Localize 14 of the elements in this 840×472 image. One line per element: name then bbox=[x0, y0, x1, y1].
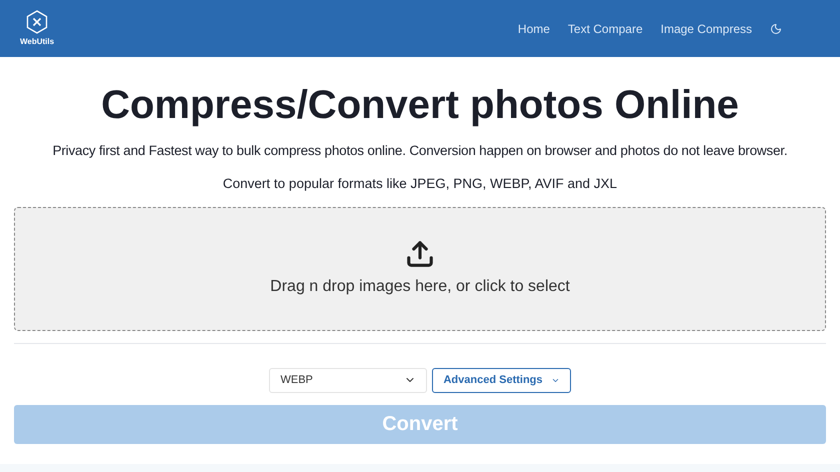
nav-link[interactable]: Home bbox=[518, 20, 550, 38]
format-select[interactable]: WEBP bbox=[269, 368, 428, 392]
logo-text: WebUtils bbox=[20, 36, 54, 48]
drop-zone-text: Drag n drop images here, or click to select bbox=[270, 276, 570, 296]
subtitle-text: Privacy first and Fastest way to bulk compress photos online. Conversion happen on browser and photos do not leave browser. bbox=[52, 142, 788, 160]
upload-icon bbox=[405, 238, 435, 268]
logo-icon[interactable] bbox=[26, 10, 48, 34]
page-title: Compress/Convert photos Online bbox=[101, 82, 739, 129]
drop-zone[interactable]: Drag n drop images here, or click to select bbox=[14, 206, 826, 330]
dark-mode-icon[interactable] bbox=[770, 22, 782, 34]
formats-note: Convert to popular formats like JPEG, PNG, WEBP, AVIF and JXL bbox=[222, 175, 618, 194]
advanced-settings-button[interactable]: Advanced Settings bbox=[432, 368, 571, 392]
nav-link[interactable]: Text Compare bbox=[568, 20, 643, 38]
nav-link[interactable]: Image Compress bbox=[660, 20, 752, 38]
